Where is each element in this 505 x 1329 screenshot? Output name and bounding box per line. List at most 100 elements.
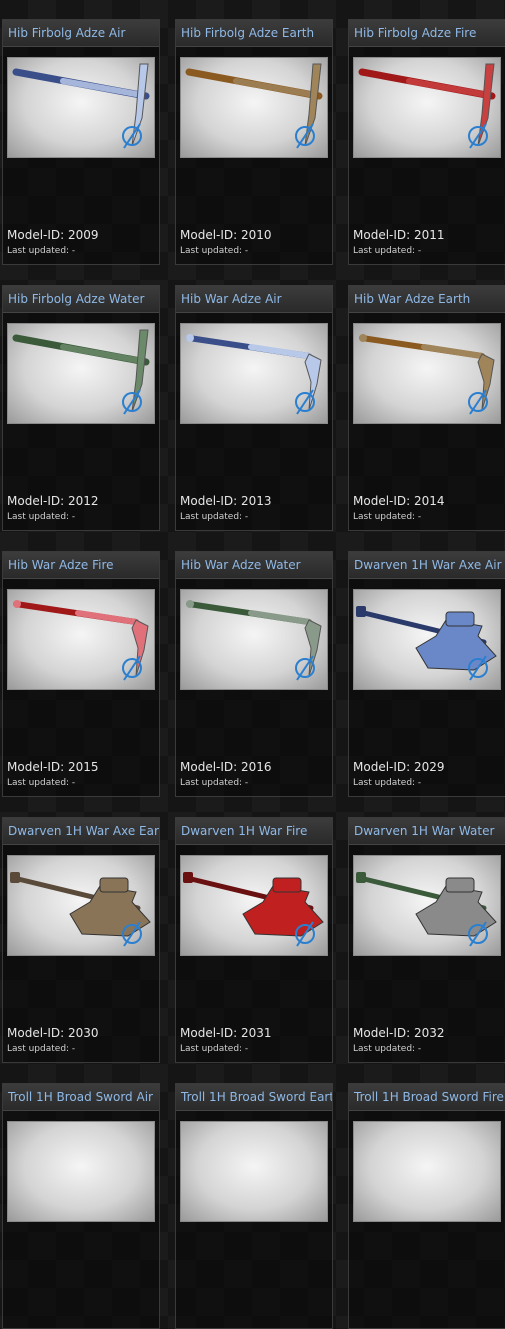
model-thumbnail[interactable] [180,855,328,956]
last-updated: Last updated: - [353,778,422,788]
model-card[interactable]: Dwarven 1H War Fire Model-ID: 2031 Last … [175,817,333,1063]
model-thumbnail[interactable] [353,589,501,690]
model-card[interactable]: Dwarven 1H War Axe Earth Model-ID: 2030 … [2,817,160,1063]
weapon-grip [233,78,312,97]
card-title[interactable]: Hib War Adze Fire [3,552,159,579]
last-updated: Last updated: - [180,1044,249,1054]
model-card[interactable]: Hib War Adze Earth Model-ID: 2014 Last u… [348,285,505,531]
last-updated: Last updated: - [7,246,76,256]
weapon-image [185,63,323,149]
weapon-image [13,600,149,681]
weapon-grip [406,78,485,97]
last-updated: Last updated: - [353,1044,422,1054]
model-card[interactable]: Dwarven 1H War Axe Air Model-ID: 2029 La… [348,551,505,797]
weapon-pommel [186,334,194,342]
model-thumbnail[interactable] [353,855,501,956]
card-title[interactable]: Hib Firbolg Adze Earth [176,20,332,47]
card-title[interactable]: Troll 1H Broad Sword Fire [349,1084,505,1111]
last-updated: Last updated: - [180,778,249,788]
model-id: Model-ID: 2031 [180,1026,272,1040]
model-card[interactable]: Hib War Adze Water Model-ID: 2016 Last u… [175,551,333,797]
weapon-pommel [356,872,366,883]
model-thumbnail[interactable] [180,589,328,690]
model-card[interactable]: Troll 1H Broad Sword Fire [348,1083,505,1329]
card-title[interactable]: Hib Firbolg Adze Water [3,286,159,313]
model-card[interactable]: Hib Firbolg Adze Earth Model-ID: 2010 La… [175,19,333,265]
model-thumbnail[interactable] [353,1121,501,1222]
weapon-image [10,872,151,947]
model-id: Model-ID: 2032 [353,1026,445,1040]
model-id: Model-ID: 2009 [7,228,99,242]
weapon-grip [60,344,139,363]
weapon-image [356,606,497,681]
model-card[interactable]: Troll 1H Broad Sword Earth [175,1083,333,1329]
model-card[interactable]: Dwarven 1H War Water Model-ID: 2032 Last… [348,817,505,1063]
model-thumbnail[interactable] [353,323,501,424]
weapon-pommel [13,600,21,608]
weapon-image [183,872,324,947]
model-thumbnail[interactable] [7,1121,155,1222]
model-thumbnail[interactable] [180,323,328,424]
model-id: Model-ID: 2010 [180,228,272,242]
card-title[interactable]: Dwarven 1H War Water [349,818,505,845]
model-id: Model-ID: 2014 [353,494,445,508]
model-card[interactable]: Hib War Adze Air Model-ID: 2013 Last upd… [175,285,333,531]
weapon-pommel [356,606,366,617]
weapon-image [186,600,322,681]
weapon-image [186,334,322,415]
model-card[interactable]: Hib Firbolg Adze Water Model-ID: 2012 La… [2,285,160,531]
last-updated: Last updated: - [353,246,422,256]
model-id: Model-ID: 2015 [7,760,99,774]
card-title[interactable]: Hib War Adze Water [176,552,332,579]
weapon-pommel [186,600,194,608]
model-thumbnail[interactable] [7,589,155,690]
card-title[interactable]: Hib Firbolg Adze Fire [349,20,505,47]
last-updated: Last updated: - [7,1044,76,1054]
model-card[interactable]: Hib Firbolg Adze Fire Model-ID: 2011 Las… [348,19,505,265]
card-title[interactable]: Troll 1H Broad Sword Air [3,1084,159,1111]
weapon-pommel [359,334,367,342]
weapon-grip [60,78,139,97]
model-id: Model-ID: 2011 [353,228,445,242]
card-title[interactable]: Troll 1H Broad Sword Earth [176,1084,332,1111]
weapon-head-cap [445,877,475,893]
model-id: Model-ID: 2029 [353,760,445,774]
model-id: Model-ID: 2016 [180,760,272,774]
model-id: Model-ID: 2030 [7,1026,99,1040]
model-id: Model-ID: 2012 [7,494,99,508]
last-updated: Last updated: - [7,512,76,522]
weapon-image [181,1122,327,1221]
card-title[interactable]: Hib War Adze Earth [349,286,505,313]
weapon-head-cap [272,877,302,893]
weapon-head-cap [445,611,475,627]
last-updated: Last updated: - [180,512,249,522]
model-id: Model-ID: 2013 [180,494,272,508]
model-card[interactable]: Hib War Adze Fire Model-ID: 2015 Last up… [2,551,160,797]
last-updated: Last updated: - [353,512,422,522]
weapon-head-cap [99,877,129,893]
last-updated: Last updated: - [7,778,76,788]
weapon-image [358,63,496,149]
card-title[interactable]: Dwarven 1H War Fire [176,818,332,845]
model-card[interactable]: Troll 1H Broad Sword Air [2,1083,160,1329]
weapon-image [8,1122,154,1221]
weapon-image [359,334,495,415]
weapon-pommel [10,872,20,883]
card-title[interactable]: Hib Firbolg Adze Air [3,20,159,47]
model-grid: Hib Firbolg Adze Air Model-ID: 2009 Last… [0,0,505,1329]
model-thumbnail[interactable] [7,855,155,956]
model-thumbnail[interactable] [7,323,155,424]
weapon-pommel [183,872,193,883]
model-card[interactable]: Hib Firbolg Adze Air Model-ID: 2009 Last… [2,19,160,265]
model-thumbnail[interactable] [180,1121,328,1222]
card-title[interactable]: Dwarven 1H War Axe Earth [3,818,159,845]
model-thumbnail[interactable] [7,57,155,158]
weapon-image [12,63,150,149]
last-updated: Last updated: - [180,246,249,256]
model-thumbnail[interactable] [353,57,501,158]
card-title[interactable]: Dwarven 1H War Axe Air [349,552,505,579]
model-thumbnail[interactable] [180,57,328,158]
weapon-image [12,329,150,415]
weapon-image [354,1122,500,1221]
card-title[interactable]: Hib War Adze Air [176,286,332,313]
